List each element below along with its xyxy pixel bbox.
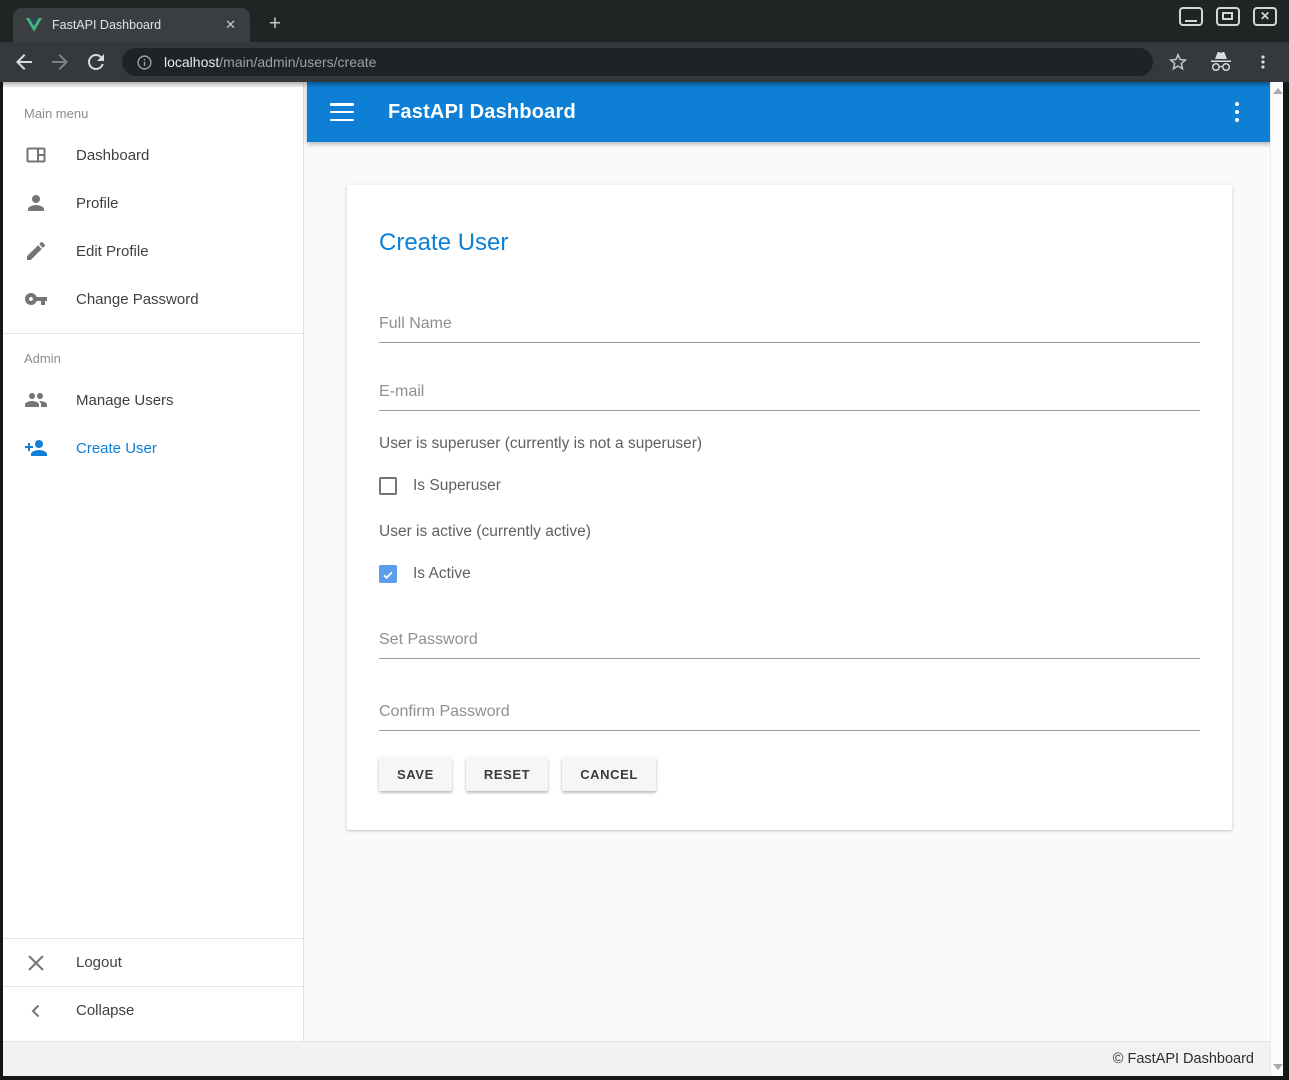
- window-minimize-button[interactable]: [1179, 7, 1203, 26]
- appbar-title: FastAPI Dashboard: [388, 101, 576, 124]
- sidebar-item-label: Change Password: [76, 291, 199, 308]
- chevron-left-icon: [24, 999, 48, 1023]
- minimize-icon: [1185, 20, 1197, 22]
- address-bar[interactable]: localhost/main/admin/users/create: [122, 48, 1153, 76]
- page-title: Create User: [379, 228, 1200, 257]
- person-icon: [24, 191, 48, 215]
- is-superuser-label: Is Superuser: [413, 477, 501, 495]
- save-button[interactable]: SAVE: [379, 757, 452, 791]
- browser-tab[interactable]: FastAPI Dashboard ✕: [13, 8, 250, 42]
- sidebar-item-manage-users[interactable]: Manage Users: [3, 376, 303, 424]
- footer-copyright: © FastAPI Dashboard: [1113, 1042, 1254, 1077]
- sidebar-item-label: Logout: [76, 954, 122, 971]
- back-icon[interactable]: [12, 50, 36, 74]
- vue-favicon-icon: [26, 18, 42, 32]
- url-path: /main/admin/users/create: [219, 54, 376, 70]
- page-info-icon[interactable]: [136, 54, 153, 71]
- scrollbar[interactable]: [1270, 82, 1283, 1076]
- sidebar-header-admin: Admin: [3, 334, 303, 376]
- sidebar-item-label: Create User: [76, 440, 157, 457]
- sidebar-item-dashboard[interactable]: Dashboard: [3, 131, 303, 179]
- browser-titlebar: FastAPI Dashboard ✕ + ✕: [0, 0, 1289, 42]
- sidebar-item-logout[interactable]: Logout: [3, 938, 303, 986]
- person-add-icon: [24, 436, 48, 460]
- window-close-button[interactable]: ✕: [1253, 7, 1277, 26]
- active-hint: User is active (currently active): [379, 523, 1200, 541]
- forward-icon[interactable]: [48, 50, 72, 74]
- sidebar-item-label: Collapse: [76, 1002, 134, 1019]
- bookmark-star-icon[interactable]: [1167, 51, 1189, 73]
- sidebar-item-create-user[interactable]: Create User: [3, 424, 303, 472]
- key-icon: [24, 287, 48, 311]
- url-host: localhost: [164, 54, 219, 70]
- sidebar-item-profile[interactable]: Profile: [3, 179, 303, 227]
- active-checkbox-row: Is Active: [379, 565, 1200, 583]
- appbar: FastAPI Dashboard: [307, 82, 1273, 142]
- tab-title: FastAPI Dashboard: [52, 18, 221, 32]
- browser-toolbar: localhost/main/admin/users/create: [0, 42, 1289, 82]
- sidebar-item-label: Profile: [76, 195, 119, 212]
- sidebar-item-collapse[interactable]: Collapse: [3, 986, 303, 1034]
- dashboard-icon: [24, 143, 48, 167]
- confirm-password-field[interactable]: [379, 701, 1200, 731]
- footer: © FastAPI Dashboard: [3, 1041, 1270, 1076]
- scrollbar-up-arrow[interactable]: [1273, 88, 1283, 94]
- superuser-hint: User is superuser (currently is not a su…: [379, 435, 1200, 453]
- close-icon: ✕: [1255, 9, 1275, 24]
- page-viewport: Main menu Dashboard Profile Edit Profile…: [0, 82, 1289, 1080]
- sidebar-item-label: Manage Users: [76, 392, 174, 409]
- set-password-field[interactable]: [379, 629, 1200, 659]
- sidebar-item-label: Dashboard: [76, 147, 149, 164]
- is-superuser-checkbox[interactable]: [379, 477, 397, 495]
- hamburger-menu-icon[interactable]: [330, 103, 354, 121]
- people-icon: [24, 388, 48, 412]
- sidebar: Main menu Dashboard Profile Edit Profile…: [3, 82, 304, 1041]
- reset-button[interactable]: RESET: [466, 757, 548, 791]
- appbar-overflow-menu-icon[interactable]: [1231, 98, 1244, 127]
- form-buttons: SAVE RESET CANCEL: [379, 757, 1200, 791]
- browser-menu-icon[interactable]: [1253, 52, 1273, 72]
- window-maximize-button[interactable]: [1216, 7, 1240, 26]
- is-active-label: Is Active: [413, 565, 471, 583]
- is-active-checkbox[interactable]: [379, 565, 397, 583]
- cancel-button[interactable]: CANCEL: [562, 757, 656, 791]
- superuser-checkbox-row: Is Superuser: [379, 477, 1200, 495]
- tab-close-icon[interactable]: ✕: [221, 15, 240, 35]
- scrollbar-down-arrow[interactable]: [1273, 1064, 1283, 1070]
- incognito-icon: [1209, 50, 1233, 74]
- create-user-card: Create User User is superuser (currently…: [347, 185, 1232, 830]
- sidebar-item-label: Edit Profile: [76, 243, 149, 260]
- full-name-field[interactable]: [379, 313, 1200, 343]
- sidebar-item-edit-profile[interactable]: Edit Profile: [3, 227, 303, 275]
- maximize-icon: [1222, 12, 1233, 20]
- pencil-icon: [24, 239, 48, 263]
- sidebar-item-change-password[interactable]: Change Password: [3, 275, 303, 323]
- email-field[interactable]: [379, 381, 1200, 411]
- sidebar-header-main-menu: Main menu: [3, 82, 303, 131]
- new-tab-button[interactable]: +: [262, 12, 288, 36]
- refresh-icon[interactable]: [84, 50, 108, 74]
- url-text: localhost/main/admin/users/create: [164, 54, 376, 70]
- logout-x-icon: [24, 951, 48, 975]
